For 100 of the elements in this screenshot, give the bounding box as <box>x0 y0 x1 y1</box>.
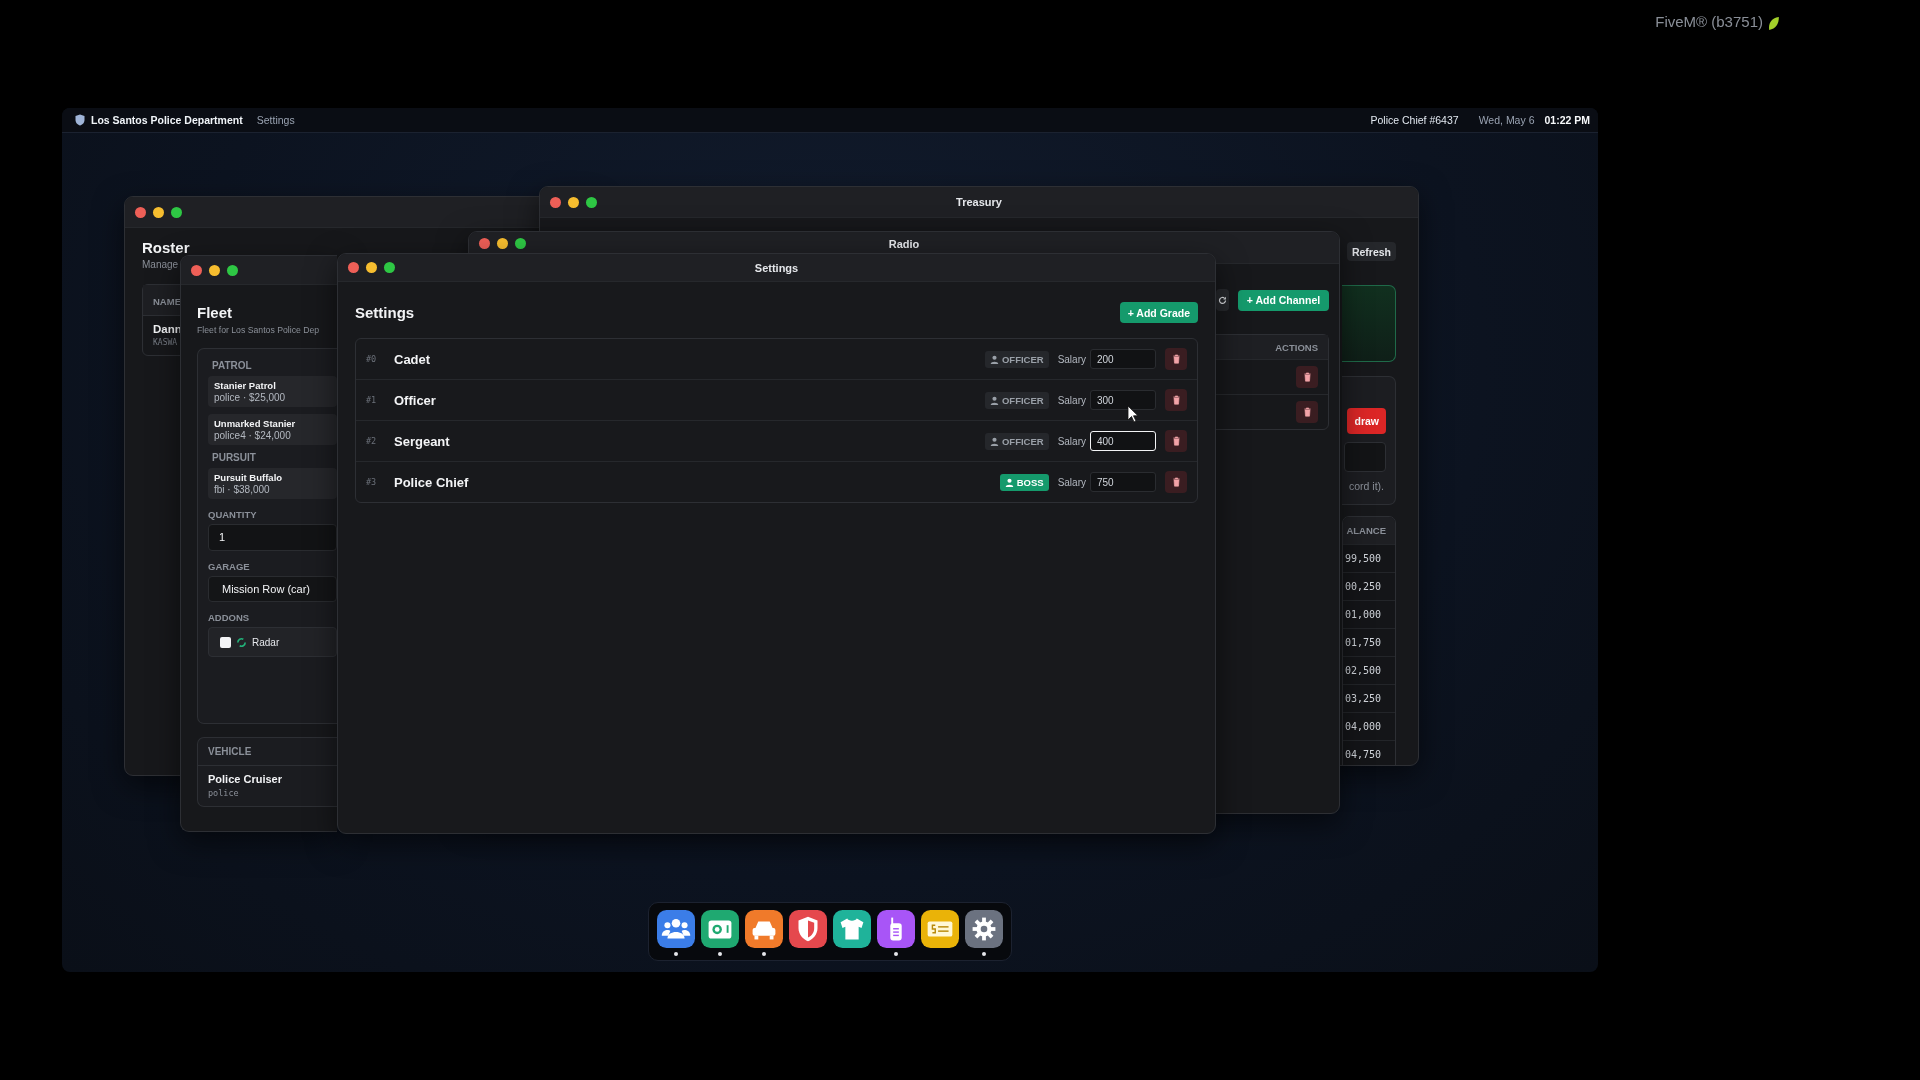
balance-cell: 01,750 <box>1344 637 1381 648</box>
balance-cell: 03,250 <box>1344 693 1381 704</box>
garage-select[interactable]: Mission Row (car) <box>208 576 337 602</box>
close-button[interactable] <box>135 206 146 218</box>
add-channel-button[interactable]: + Add Channel <box>1238 289 1329 311</box>
balance-cell: 00,250 <box>1344 581 1381 592</box>
organization-name: Los Santos Police Department <box>91 114 243 126</box>
column-header: ACTIONS <box>1275 341 1318 353</box>
vehicle-name: Police Cruiser <box>208 773 283 785</box>
close-button[interactable] <box>348 262 359 273</box>
date-label: Wed, May 6 <box>1478 114 1535 126</box>
delete-button[interactable] <box>1165 348 1187 370</box>
addon-label: Radar <box>252 636 280 648</box>
leaf-icon <box>1767 16 1780 31</box>
app-version-label: FiveM® (b3751) <box>1655 13 1763 30</box>
salary-field[interactable]: 300 <box>1090 390 1156 410</box>
group-label: PURSUIT <box>211 452 257 463</box>
cursor-icon <box>1127 405 1139 423</box>
delete-button[interactable] <box>1165 389 1187 411</box>
trash-icon <box>1171 436 1181 446</box>
refresh-button[interactable] <box>1216 289 1229 311</box>
amount-field[interactable] <box>1344 442 1386 472</box>
maximize-button[interactable] <box>586 196 597 208</box>
window-subtitle: Manage <box>142 259 179 270</box>
car-app-icon[interactable] <box>745 910 783 948</box>
withdraw-button[interactable]: draw <box>1347 408 1386 434</box>
shirt-app-icon[interactable] <box>833 910 871 948</box>
close-button[interactable] <box>191 264 202 276</box>
maximize-button[interactable] <box>227 264 238 276</box>
role-badge: OFFICER <box>984 350 1049 368</box>
salary-label: Salary <box>1057 476 1086 488</box>
checkbox[interactable] <box>220 636 231 648</box>
grade-index: #3 <box>366 477 378 487</box>
close-button[interactable] <box>550 196 561 208</box>
vehicle-option[interactable]: Pursuit Buffalo fbi · $38,000 <box>208 468 337 499</box>
balance-cell: 99,500 <box>1344 553 1381 564</box>
minimize-button[interactable] <box>497 238 508 249</box>
people-app-icon[interactable] <box>657 910 695 948</box>
window-title: Treasury <box>956 196 1002 208</box>
time-label: 01:22 PM <box>1544 114 1590 126</box>
vehicle-option[interactable]: Stanier Patrol police · $25,000 <box>208 376 337 407</box>
radar-icon <box>236 636 247 648</box>
balance-cell: 01,000 <box>1344 609 1381 620</box>
grade-name: Cadet <box>394 351 431 367</box>
grade-name: Police Chief <box>394 474 469 490</box>
minimize-button[interactable] <box>568 196 579 208</box>
gear-app-icon[interactable] <box>965 910 1003 948</box>
window-heading: Roster <box>142 240 190 256</box>
window-heading: Fleet <box>197 304 232 322</box>
salary-field[interactable]: 400 <box>1090 431 1156 451</box>
trash-icon <box>1171 477 1181 487</box>
column-header: ALANCE <box>1346 525 1386 536</box>
shield-icon <box>75 114 85 126</box>
cash-app-icon[interactable] <box>921 910 959 948</box>
column-header: NAME <box>153 296 181 307</box>
grade-name: Sergeant <box>394 433 450 449</box>
field-label: QUANTITY <box>208 509 258 520</box>
maximize-button[interactable] <box>515 238 526 249</box>
trash-icon <box>1302 407 1312 417</box>
user-rank: Police Chief #6437 <box>1370 114 1459 126</box>
refresh-button[interactable]: Refresh <box>1346 242 1396 261</box>
add-grade-button[interactable]: + Add Grade <box>1119 302 1198 323</box>
minimize-button[interactable] <box>366 262 377 273</box>
minimize-button[interactable] <box>153 206 164 218</box>
salary-field[interactable]: 200 <box>1090 349 1156 369</box>
member-id: KASWA <box>153 338 178 347</box>
grade-index: #0 <box>366 354 378 364</box>
salary-field[interactable]: 750 <box>1090 472 1156 492</box>
delete-button[interactable] <box>1296 401 1318 423</box>
window-heading: Settings <box>355 304 415 321</box>
minimize-button[interactable] <box>209 264 220 276</box>
maximize-button[interactable] <box>384 262 395 273</box>
maximize-button[interactable] <box>171 206 182 218</box>
salary-label: Salary <box>1057 353 1086 365</box>
active-app-name: Settings <box>256 114 295 126</box>
salary-label: Salary <box>1057 435 1086 447</box>
window-subtitle: Fleet for Los Santos Police Dep <box>197 325 320 335</box>
quantity-field[interactable]: 1 <box>208 524 337 551</box>
balance-cell: 04,000 <box>1344 721 1381 732</box>
trash-icon <box>1171 354 1181 364</box>
grade-index: #1 <box>366 395 378 405</box>
window-title: Radio <box>888 238 920 250</box>
refresh-icon <box>1218 295 1227 305</box>
safe-app-icon[interactable] <box>701 910 739 948</box>
salary-label: Salary <box>1057 394 1086 406</box>
vehicle-model: police <box>208 788 240 798</box>
field-label: GARAGE <box>208 561 251 572</box>
grade-index: #2 <box>366 436 378 446</box>
close-button[interactable] <box>479 238 490 249</box>
shield-app-icon[interactable] <box>789 910 827 948</box>
delete-button[interactable] <box>1296 366 1318 388</box>
delete-button[interactable] <box>1165 471 1187 493</box>
window-title: Settings <box>754 261 799 274</box>
delete-button[interactable] <box>1165 430 1187 452</box>
role-badge: OFFICER <box>984 391 1049 409</box>
field-label: ADDONS <box>208 612 251 623</box>
vehicle-option[interactable]: Unmarked Stanier police4 · $24,000 <box>208 414 337 445</box>
radio-app-icon[interactable] <box>877 910 915 948</box>
trash-icon <box>1302 372 1312 382</box>
balance-cell: 02,500 <box>1344 665 1381 676</box>
